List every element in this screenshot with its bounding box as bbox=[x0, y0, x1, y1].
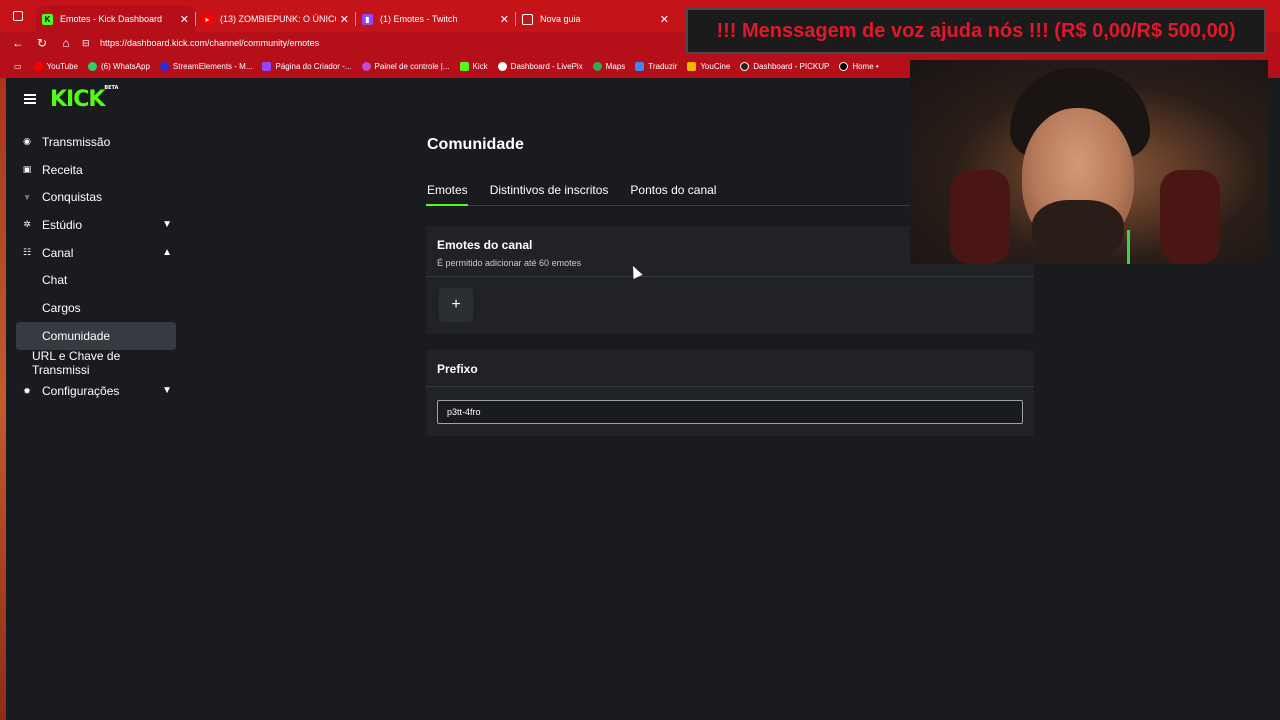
prefix-value: p3tt-4fro bbox=[447, 407, 481, 417]
sidebar-item-chat[interactable]: Chat bbox=[16, 266, 176, 294]
sidebar: ◉ Transmissão ▣ Receita ♆ Conquistas ✲ E… bbox=[16, 128, 176, 405]
bookmark-youcine[interactable]: YouCine bbox=[687, 61, 730, 71]
tab-title: Emotes - Kick Dashboard bbox=[60, 14, 163, 24]
reload-icon[interactable]: ↻ bbox=[30, 32, 54, 54]
emotes-card-body: + bbox=[426, 277, 1034, 322]
twitch-icon: ▮ bbox=[362, 13, 373, 25]
tab-emotes[interactable]: Emotes bbox=[426, 174, 468, 206]
channel-icon: ☷ bbox=[22, 247, 32, 258]
tab-title: (13) ZOMBIEPUNK: O ÚNICO PUN bbox=[220, 14, 336, 24]
panel-icon bbox=[361, 61, 371, 71]
broadcast-icon: ◉ bbox=[23, 136, 31, 147]
tab-title: Nova guia bbox=[540, 14, 581, 24]
browser-tab-kick[interactable]: K Emotes - Kick Dashboard ✕ bbox=[36, 6, 195, 32]
streamelements-icon bbox=[159, 61, 169, 71]
sidebar-item-url-chave[interactable]: URL e Chave de Transmissi bbox=[16, 349, 176, 377]
headset-mic bbox=[1127, 230, 1130, 264]
bookmark-streamelements[interactable]: StreamElements - M... bbox=[159, 61, 252, 71]
prefix-card-body: p3tt-4fro bbox=[426, 387, 1034, 424]
prefix-input[interactable]: p3tt-4fro bbox=[437, 400, 1023, 424]
site-info-icon[interactable]: ⊟ bbox=[82, 38, 96, 49]
streamer-beard bbox=[1032, 200, 1124, 264]
kick-logo[interactable]: KICK BETA bbox=[50, 85, 118, 112]
browser-tab-youtube[interactable]: ▸ (13) ZOMBIEPUNK: O ÚNICO PUN ✕ bbox=[196, 6, 355, 32]
sidebar-item-canal[interactable]: ☷ Canal ▲ bbox=[16, 239, 176, 267]
bookmark-painel-controle[interactable]: Painel de controle |... bbox=[361, 61, 450, 71]
tab-distintivos[interactable]: Distintivos de inscritos bbox=[489, 174, 609, 205]
page-title: Comunidade bbox=[427, 136, 524, 153]
close-icon[interactable]: ✕ bbox=[340, 13, 349, 26]
pickup-icon bbox=[740, 61, 750, 71]
prefix-card-title: Prefixo bbox=[437, 362, 478, 376]
url-input[interactable]: ⊟ https://dashboard.kick.com/channel/com… bbox=[82, 34, 682, 52]
bookmark-traduzir[interactable]: Traduzir bbox=[635, 61, 677, 71]
webcam-overlay bbox=[910, 60, 1268, 264]
sidebar-item-estudio[interactable]: ✲ Estúdio ▼ bbox=[16, 211, 176, 239]
kick-icon bbox=[459, 61, 469, 71]
trophy-icon: ♆ bbox=[23, 192, 31, 203]
bookmark-home[interactable]: Home • bbox=[839, 61, 879, 71]
youtube-icon bbox=[33, 61, 43, 71]
beta-badge: BETA bbox=[104, 84, 119, 91]
newtab-icon bbox=[522, 13, 533, 25]
chair-left bbox=[950, 170, 1010, 264]
chevron-down-icon: ▼ bbox=[162, 219, 172, 231]
tab-actions-icon[interactable] bbox=[0, 0, 36, 32]
bookmark-livepix[interactable]: Dashboard - LivePix bbox=[497, 61, 583, 71]
translate-icon bbox=[635, 61, 645, 71]
whatsapp-icon bbox=[88, 61, 97, 71]
bookmark-kick[interactable]: Kick bbox=[459, 61, 488, 71]
sidebar-item-transmissao[interactable]: ◉ Transmissão bbox=[16, 128, 176, 156]
browser-tab-twitch[interactable]: ▮ (1) Emotes - Twitch ✕ bbox=[356, 6, 515, 32]
bookmark-maps[interactable]: Maps bbox=[592, 61, 625, 71]
chair-right bbox=[1160, 170, 1220, 264]
chevron-down-icon: ▼ bbox=[162, 385, 172, 397]
bookmark-youtube[interactable]: YouTube bbox=[33, 61, 78, 71]
prefix-card-header: Prefixo bbox=[426, 350, 1034, 386]
bookmark-folder-icon[interactable]: ▭ bbox=[14, 62, 22, 71]
home-icon[interactable]: ⌂ bbox=[54, 32, 78, 54]
close-icon[interactable]: ✕ bbox=[180, 13, 189, 26]
kick-icon: K bbox=[42, 13, 53, 25]
sidebar-item-comunidade[interactable]: Comunidade bbox=[16, 321, 176, 350]
home-site-icon bbox=[839, 61, 849, 71]
add-emote-button[interactable]: + bbox=[439, 288, 473, 322]
youtube-icon: ▸ bbox=[202, 13, 213, 25]
url-text: https://dashboard.kick.com/channel/commu… bbox=[100, 38, 320, 48]
sidebar-item-configuracoes[interactable]: ✹ Configurações ▼ bbox=[16, 377, 176, 405]
bookmark-whatsapp[interactable]: (6) WhatsApp bbox=[88, 61, 150, 71]
gear-icon: ✹ bbox=[23, 385, 31, 396]
sidebar-item-conquistas[interactable]: ♆ Conquistas bbox=[16, 183, 176, 211]
sidebar-item-cargos[interactable]: Cargos bbox=[16, 294, 176, 322]
menu-icon[interactable] bbox=[24, 94, 36, 104]
revenue-icon: ▣ bbox=[22, 164, 32, 175]
close-icon[interactable]: ✕ bbox=[500, 13, 509, 26]
livepix-icon bbox=[497, 61, 507, 71]
close-icon[interactable]: ✕ bbox=[660, 13, 669, 26]
donation-goal-banner: !!! Menssagem de voz ajuda nós !!! (R$ 0… bbox=[686, 8, 1266, 54]
chevron-up-icon: ▲ bbox=[162, 246, 172, 258]
browser-tab-newtab[interactable]: Nova guia ✕ bbox=[516, 6, 675, 32]
maps-icon bbox=[592, 61, 602, 71]
youcine-icon bbox=[687, 61, 697, 71]
sidebar-item-receita[interactable]: ▣ Receita bbox=[16, 156, 176, 184]
tab-title: (1) Emotes - Twitch bbox=[380, 14, 458, 24]
studio-icon: ✲ bbox=[23, 219, 31, 230]
banner-text: !!! Menssagem de voz ajuda nós !!! (R$ 0… bbox=[716, 19, 1236, 42]
bookmark-pickup[interactable]: Dashboard - PICKUP bbox=[740, 61, 829, 71]
back-icon[interactable]: ← bbox=[6, 32, 30, 54]
tab-pontos[interactable]: Pontos do canal bbox=[629, 174, 716, 205]
twitch-icon bbox=[262, 61, 272, 71]
prefix-card: Prefixo p3tt-4fro bbox=[426, 350, 1034, 436]
bookmark-pagina-criador[interactable]: Página do Criador -... bbox=[262, 61, 352, 71]
